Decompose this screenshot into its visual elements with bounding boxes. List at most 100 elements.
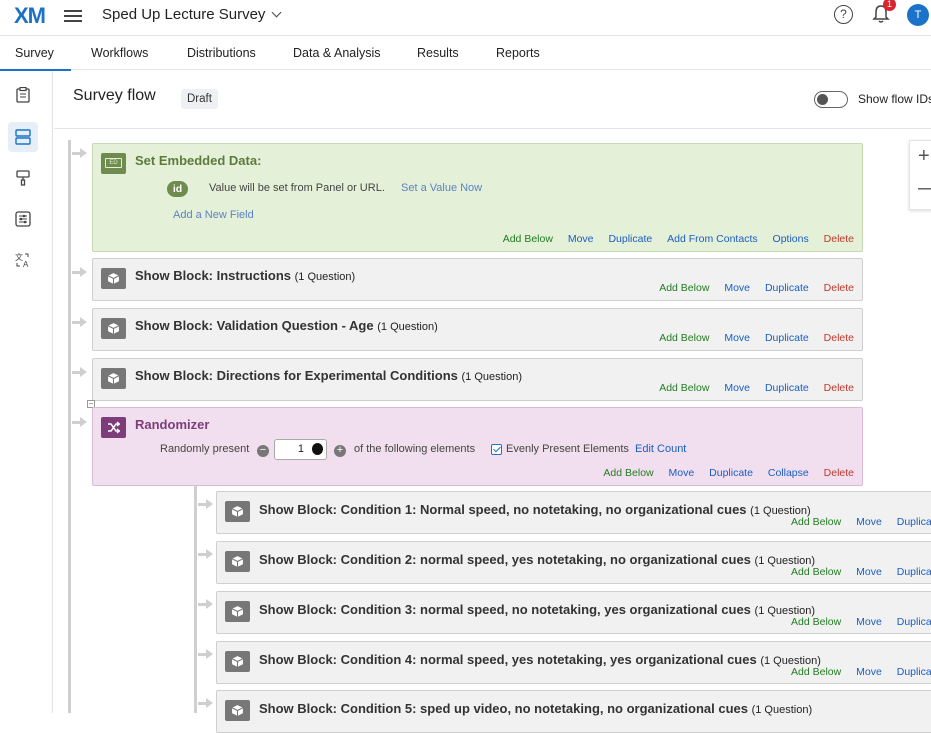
move-button[interactable]: Move (856, 516, 882, 528)
survey-title: Sped Up Lecture Survey (102, 6, 266, 23)
add-below-button[interactable]: Add Below (791, 566, 841, 578)
duplicate-button[interactable]: Duplicate (897, 666, 931, 678)
tab-results[interactable]: Results (417, 46, 459, 60)
flow-arrow-icon (198, 497, 213, 511)
randomly-present-label: Randomly present (160, 443, 250, 455)
edit-count-link[interactable]: Edit Count (635, 443, 686, 455)
question-count: (1 Question) (751, 704, 813, 716)
block-name: Show Block: Condition 5: sped up video, … (259, 701, 748, 716)
add-below-button[interactable]: Add Below (791, 616, 841, 628)
flow-arrow-icon (198, 696, 213, 710)
condition-actions: Add Below Move Duplicate (791, 666, 931, 678)
block-actions: Add Below Move Duplicate Delete (647, 382, 854, 394)
tab-data-analysis[interactable]: Data & Analysis (293, 46, 381, 60)
options-button[interactable]: Options (773, 233, 809, 245)
xm-logo[interactable]: XM (14, 3, 46, 29)
add-below-button[interactable]: Add Below (791, 666, 841, 678)
block-icon (225, 501, 250, 522)
help-icon[interactable]: ? (834, 5, 853, 24)
zoom-in-icon[interactable]: + (918, 145, 930, 168)
evenly-present-label: Evenly Present Elements (506, 443, 629, 455)
embedded-data-element: ED Set Embedded Data: id Value will be s… (92, 143, 863, 252)
duplicate-button[interactable]: Duplicate (709, 467, 753, 479)
zoom-out-icon[interactable]: — (918, 177, 931, 200)
move-button[interactable]: Move (856, 566, 882, 578)
block-icon (101, 268, 126, 289)
move-button[interactable]: Move (724, 332, 750, 344)
add-below-button[interactable]: Add Below (791, 516, 841, 528)
delete-button[interactable]: Delete (824, 282, 854, 294)
question-count: (1 Question) (461, 371, 523, 383)
evenly-present-checkbox[interactable] (491, 444, 502, 455)
svg-text:A: A (23, 260, 29, 268)
block-name: Show Block: Condition 2: normal speed, y… (259, 552, 751, 567)
survey-flow-icon[interactable] (8, 122, 38, 152)
move-button[interactable]: Move (856, 616, 882, 628)
duplicate-button[interactable]: Duplicate (897, 616, 931, 628)
notification-badge: 1 (883, 0, 896, 11)
menu-icon[interactable] (64, 7, 82, 23)
top-bar: XM Sped Up Lecture Survey ? 1 T (0, 0, 931, 34)
survey-icon[interactable] (8, 80, 38, 110)
minus-icon[interactable]: − (257, 445, 269, 457)
block-element: Show Block: Validation Question - Age (1… (92, 308, 863, 351)
show-flow-ids-label: Show flow IDs (858, 92, 931, 106)
duplicate-button[interactable]: Duplicate (897, 516, 931, 528)
tab-workflows[interactable]: Workflows (91, 46, 148, 60)
condition-actions: Add Below Move Duplicate (791, 516, 931, 528)
block-name: Show Block: Condition 1: Normal speed, n… (259, 502, 747, 517)
move-button[interactable]: Move (724, 282, 750, 294)
tab-survey[interactable]: Survey (15, 46, 54, 60)
randomizer-title: Randomizer (135, 417, 210, 432)
randomizer-element: Randomizer Randomly present − 1 + of the… (92, 407, 863, 486)
plus-icon[interactable]: + (334, 445, 346, 457)
move-button[interactable]: Move (669, 467, 695, 479)
add-from-contacts-button[interactable]: Add From Contacts (667, 233, 757, 245)
condition-block-element: Show Block: Condition 2: normal speed, y… (216, 541, 931, 584)
collapse-button[interactable]: Collapse (768, 467, 809, 479)
block-element: Show Block: Directions for Experimental … (92, 358, 863, 401)
flow-arrow-icon (72, 365, 87, 379)
duplicate-button[interactable]: Duplicate (897, 566, 931, 578)
move-button[interactable]: Move (724, 382, 750, 394)
delete-button[interactable]: Delete (824, 332, 854, 344)
tab-distributions[interactable]: Distributions (187, 46, 256, 60)
block-title: Show Block: Condition 1: Normal speed, n… (259, 502, 811, 517)
avatar[interactable]: T (907, 4, 929, 26)
show-flow-ids-toggle[interactable] (814, 91, 848, 108)
stepper-icon[interactable] (312, 443, 323, 455)
condition-actions: Add Below Move Duplicate (791, 616, 931, 628)
move-button[interactable]: Move (856, 666, 882, 678)
tab-reports[interactable]: Reports (496, 46, 540, 60)
add-below-button[interactable]: Add Below (603, 467, 653, 479)
block-title: Show Block: Directions for Experimental … (135, 368, 522, 383)
add-below-button[interactable]: Add Below (659, 332, 709, 344)
flow-arrow-icon (72, 146, 87, 160)
block-name: Show Block: Instructions (135, 268, 292, 283)
block-actions: Add Below Move Duplicate Delete (647, 332, 854, 344)
block-icon (225, 551, 250, 572)
embedded-field-name[interactable]: id (167, 181, 188, 197)
add-below-button[interactable]: Add Below (503, 233, 553, 245)
flow-arrow-icon (72, 415, 87, 429)
add-below-button[interactable]: Add Below (659, 282, 709, 294)
duplicate-button[interactable]: Duplicate (765, 282, 809, 294)
translate-icon[interactable]: 文A (8, 245, 38, 275)
duplicate-button[interactable]: Duplicate (765, 332, 809, 344)
block-icon (225, 651, 250, 672)
duplicate-button[interactable]: Duplicate (608, 233, 652, 245)
duplicate-button[interactable]: Duplicate (765, 382, 809, 394)
add-new-field-link[interactable]: Add a New Field (173, 209, 254, 221)
move-button[interactable]: Move (568, 233, 594, 245)
delete-button[interactable]: Delete (824, 382, 854, 394)
look-and-feel-icon[interactable] (8, 163, 38, 193)
block-title: Show Block: Condition 3: normal speed, n… (259, 602, 815, 617)
survey-options-icon[interactable] (8, 204, 38, 234)
delete-button[interactable]: Delete (824, 233, 854, 245)
survey-title-dropdown[interactable]: Sped Up Lecture Survey (102, 6, 282, 23)
add-below-button[interactable]: Add Below (659, 382, 709, 394)
flow-arrow-icon (198, 597, 213, 611)
set-value-now-link[interactable]: Set a Value Now (401, 182, 482, 194)
delete-button[interactable]: Delete (824, 467, 854, 479)
block-title: Show Block: Condition 2: normal speed, y… (259, 552, 815, 567)
